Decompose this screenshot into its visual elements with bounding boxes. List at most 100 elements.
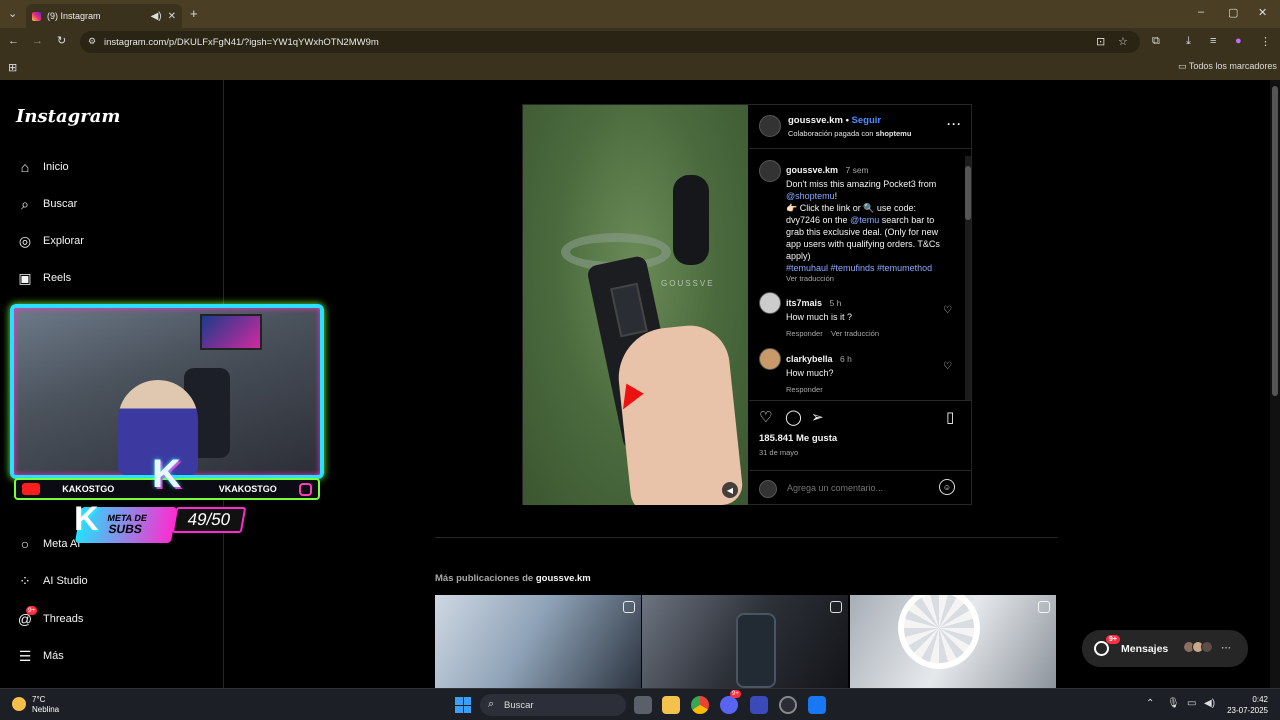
sidebar-item-explorar[interactable]: ◎ Explorar [16,229,216,253]
likes-count[interactable]: 185.841 Me gusta [759,433,837,444]
task-view-icon[interactable] [634,696,652,714]
video-hand [613,321,745,505]
all-bookmarks-button[interactable]: ▭ Todos los marcadores [1178,61,1277,72]
forward-icon[interactable]: → [32,35,43,47]
bookmarks-bar: ⊞ ▭ Todos los marcadores [0,56,1280,80]
microphone-icon[interactable]: 🎙 [1167,698,1180,709]
reel-icon [830,601,842,613]
comment-like-icon[interactable]: ♡ [943,305,952,316]
sidebar-item-buscar[interactable]: ⌕ Buscar [16,192,216,216]
start-button[interactable] [455,697,471,713]
home-icon: ⌂ [20,159,30,175]
volume-icon[interactable]: ◀) [1204,698,1215,709]
media-control-icon[interactable]: ≡ [1210,35,1216,47]
browser-tab[interactable]: (9) Instagram ◀) ✕ [26,4,182,28]
window-maximize-icon[interactable]: ▢ [1228,6,1238,19]
chrome-icon[interactable] [691,696,709,714]
new-tab-icon[interactable]: + [190,6,198,21]
menu-dots-icon[interactable]: ⋮ [1260,35,1271,48]
caption: goussve.km 7 sem Don't miss this amazing… [786,160,948,283]
system-clock[interactable]: 0:42 23-07-2025 [1222,694,1268,716]
more-posts-username[interactable]: goussve.km [536,573,591,584]
address-bar[interactable]: ⚙ instagram.com/p/DKULFxFgN41/?igsh=YW1q… [80,31,1140,53]
window-minimize-icon[interactable]: – [1198,6,1204,18]
grid-post[interactable] [642,595,848,688]
follow-button[interactable]: Seguir [852,115,882,126]
page-scrollbar[interactable] [1270,80,1280,688]
reply-button[interactable]: Responder [786,329,823,338]
reply-button[interactable]: Responder [786,385,946,394]
messages-button[interactable]: 9+ Mensajes ··· [1082,630,1248,667]
reel-icon [623,601,635,613]
caption-username[interactable]: goussve.km [786,165,838,175]
instagram-logo[interactable]: Instagram [16,106,120,127]
comment-avatar[interactable] [759,348,781,370]
comments-scrollbar[interactable] [965,156,971,400]
weather-widget[interactable]: 7°C Neblina [12,695,59,715]
tab-close-icon[interactable]: ✕ [168,11,176,22]
page-scrollbar-thumb[interactable] [1272,86,1278,396]
translate-button[interactable]: Ver traducción [831,329,879,338]
youtube-icon [22,483,40,495]
file-explorer-icon[interactable] [662,696,680,714]
network-icon[interactable]: ▭ [1187,698,1196,709]
apps-grid-icon[interactable]: ⊞ [8,61,17,74]
author-avatar[interactable] [759,115,781,137]
comment-icon[interactable]: ◯ [785,408,802,426]
partner-brand-link[interactable]: shoptemu [876,129,912,138]
grid-post[interactable] [435,595,641,688]
grid-post[interactable] [850,595,1056,688]
comments-scrollbar-thumb[interactable] [965,166,971,220]
bookmark-star-icon[interactable]: ☆ [1118,35,1128,48]
comment-username[interactable]: its7mais [786,298,822,308]
comment-like-icon[interactable]: ♡ [943,361,952,372]
save-icon[interactable]: ▯ [946,408,954,426]
author-username[interactable]: goussve.km [788,115,843,126]
downloads-icon[interactable]: ⤓ [1186,35,1191,48]
tab-search-icon[interactable]: ⌄ [8,7,17,20]
post-video[interactable]: GOUSSVE ◀ [523,105,748,505]
sidebar-item-mas[interactable]: ☰ Más [16,644,216,668]
post-header: goussve.km • Seguir Colaboración pagada … [749,105,972,149]
app-icon[interactable] [750,696,768,714]
back-icon[interactable]: ← [8,35,19,47]
discord-icon[interactable]: 9+ [720,690,741,714]
mention-shoptemu[interactable]: @shoptemu [786,191,835,201]
like-icon[interactable]: ♡ [759,408,772,426]
install-app-icon[interactable]: ⊡ [1096,35,1105,48]
overlay-subs-label: SUBS [107,522,144,536]
extensions-icon[interactable]: ⧉ [1152,35,1160,48]
profile-icon[interactable]: ● [1235,35,1242,47]
emoji-icon[interactable]: ☺ [939,479,955,495]
obs-icon[interactable] [779,696,797,714]
sidebar-item-reels[interactable]: ▣ Reels [16,266,216,290]
clock-time: 0:42 [1252,695,1268,704]
overlay-k-logo-icon: K [152,452,181,496]
window-close-icon[interactable]: ✕ [1258,6,1267,19]
comment-avatar[interactable] [759,292,781,314]
tray-overflow-icon[interactable]: ⌃ [1146,698,1154,709]
tab-audio-icon[interactable]: ◀) [151,11,162,22]
comment-username[interactable]: clarkybella [786,354,833,364]
caption-translate[interactable]: Ver traducción [786,274,948,283]
taskbar-search[interactable]: ⌕ Buscar [480,694,626,716]
share-icon[interactable]: ➢ [811,408,824,426]
message-more-icon: ··· [1221,643,1232,654]
reload-icon[interactable]: ↻ [57,34,66,47]
current-user-avatar [759,480,777,498]
sidebar-item-threads[interactable]: @ 9+ Threads [16,606,216,631]
browser-toolbar: ← → ↻ ⚙ instagram.com/p/DKULFxFgN41/?igs… [0,28,1280,56]
sidebar-item-inicio[interactable]: ⌂ Inicio [16,155,216,179]
caption-avatar[interactable] [759,160,781,182]
comments-list[interactable]: goussve.km 7 sem Don't miss this amazing… [749,150,972,401]
caption-hashtags[interactable]: #temuhaul #temufinds #temumethod [786,263,932,273]
mention-temu[interactable]: @temu [850,215,879,225]
mute-toggle-icon[interactable]: ◀ [722,482,738,498]
comment-input[interactable] [787,480,937,496]
instagram-page: Instagram ⌂ Inicio ⌕ Buscar ◎ Explorar ▣… [0,80,1280,688]
facebook-icon[interactable] [808,696,826,714]
sidebar-item-ai-studio[interactable]: ⁘ AI Studio [16,569,216,593]
search-icon: ⌕ [21,195,29,212]
more-options-icon[interactable]: ··· [947,117,962,131]
site-info-icon[interactable]: ⚙ [88,36,96,47]
